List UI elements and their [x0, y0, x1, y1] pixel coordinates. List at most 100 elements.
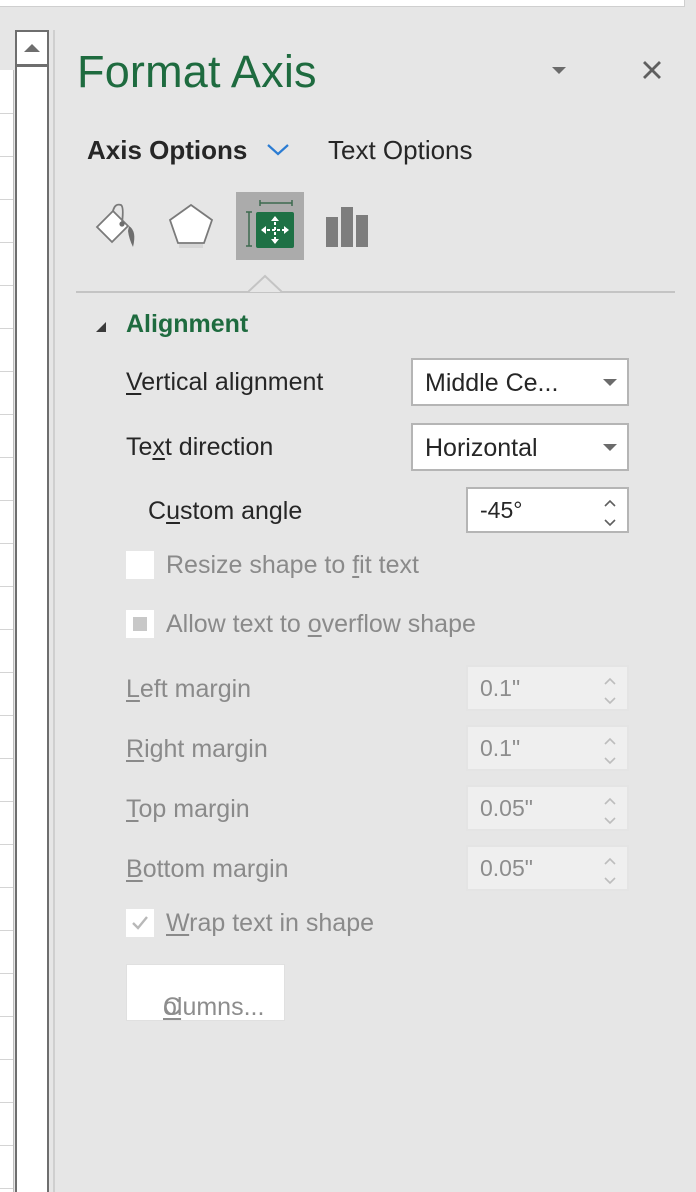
allow-overflow-checkbox[interactable] — [126, 610, 154, 638]
selected-tab-indicator — [248, 274, 282, 293]
label-text: ight margin — [144, 735, 268, 763]
scroll-up-arrow-icon — [24, 44, 40, 52]
spreadsheet-grid-edge[interactable] — [0, 70, 14, 1192]
vertical-scrollbar[interactable] — [15, 30, 49, 1192]
grid-row-line — [0, 586, 13, 587]
columns-button[interactable]: Columns... — [126, 964, 285, 1021]
pane-options-button[interactable] — [552, 67, 568, 77]
close-icon — [643, 61, 661, 79]
access-key: W — [166, 909, 190, 937]
custom-angle-label: Custom angle — [148, 497, 302, 526]
chevron-down-icon — [604, 697, 616, 705]
grid-row-line — [0, 1059, 13, 1060]
paint-bucket-icon — [95, 203, 135, 247]
spinner-value: 0.1" — [480, 675, 521, 701]
spin-up-button[interactable] — [603, 793, 617, 805]
chevron-down-icon — [604, 757, 616, 765]
tab-axis-options[interactable]: Axis Options — [87, 135, 247, 166]
text-direction-label: Text direction — [126, 433, 273, 462]
dropdown-value: Horizontal — [425, 434, 538, 462]
top-margin-spinner[interactable]: 0.05" — [466, 785, 629, 831]
label-text: Resize shape to — [166, 551, 353, 579]
chevron-up-icon — [604, 737, 616, 745]
grid-row-line — [0, 973, 13, 974]
label-text: Allow text to — [166, 610, 308, 638]
vertical-alignment-label: Vertical alignment — [126, 368, 323, 397]
tab-text-options[interactable]: Text Options — [328, 135, 473, 166]
label-text: stom angle — [179, 497, 303, 525]
scroll-up-button[interactable] — [17, 32, 47, 67]
label-text: it text — [359, 551, 419, 579]
spin-up-button[interactable] — [603, 853, 617, 865]
spin-up-button[interactable] — [603, 733, 617, 745]
label-text: C — [148, 497, 167, 525]
size-properties-tab[interactable] — [236, 192, 304, 260]
grid-row-line — [0, 543, 13, 544]
spin-down-button[interactable] — [603, 693, 617, 705]
dropdown-arrow-icon — [603, 379, 617, 386]
access-key: R — [126, 735, 145, 763]
wrap-text-checkbox[interactable] — [126, 909, 154, 937]
custom-angle-spinner[interactable]: -45° — [466, 487, 629, 533]
axis-options-tab[interactable] — [313, 192, 381, 260]
access-key: B — [126, 855, 143, 883]
grid-row-line — [0, 758, 13, 759]
chevron-up-icon — [604, 677, 616, 685]
axis-options-dropdown[interactable] — [265, 140, 291, 160]
right-margin-spinner[interactable]: 0.1" — [466, 725, 629, 771]
label-text: verflow shape — [321, 610, 476, 638]
dropdown-arrow-icon — [603, 444, 617, 451]
chevron-down-icon — [604, 519, 616, 527]
access-key: u — [166, 497, 180, 525]
label-text: Te — [126, 433, 153, 461]
label-text: ottom margin — [142, 855, 289, 883]
text-direction-dropdown[interactable]: Horizontal — [411, 423, 629, 471]
spin-down-button[interactable] — [603, 873, 617, 885]
label-text: ertical alignment — [141, 368, 324, 396]
resize-shape-checkbox[interactable] — [126, 551, 154, 579]
left-margin-label: Left margin — [126, 675, 251, 704]
access-key: V — [126, 368, 142, 396]
label-text: rap text in shape — [189, 909, 374, 937]
grid-row-line — [0, 242, 13, 243]
section-collapse-toggle[interactable] — [95, 320, 107, 332]
label-text: t direction — [164, 433, 274, 461]
bottom-margin-label: Bottom margin — [126, 855, 289, 884]
grid-row-line — [0, 113, 13, 114]
spinner-value: 0.1" — [480, 735, 521, 761]
pane-splitter[interactable] — [53, 30, 55, 1192]
grid-row-line — [0, 371, 13, 372]
bottom-margin-spinner[interactable]: 0.05" — [466, 845, 629, 891]
grid-row-line — [0, 457, 13, 458]
section-title-alignment[interactable]: Alignment — [126, 310, 248, 339]
fill-line-tab[interactable] — [82, 192, 150, 260]
access-key: o — [307, 610, 322, 638]
spin-down-button[interactable] — [603, 753, 617, 765]
grid-row-line — [0, 672, 13, 673]
resize-shape-label: Resize shape to fit text — [166, 551, 419, 580]
access-key: x — [152, 433, 165, 461]
spin-up-button[interactable] — [603, 673, 617, 685]
spin-down-button[interactable] — [603, 515, 617, 527]
spin-down-button[interactable] — [603, 813, 617, 825]
grid-row-line — [0, 414, 13, 415]
grid-row-line — [0, 328, 13, 329]
grid-row-line — [0, 844, 13, 845]
chevron-up-icon — [604, 857, 616, 865]
triangle-down-icon — [552, 67, 566, 74]
effects-tab[interactable] — [157, 192, 225, 260]
spinner-value: 0.05" — [480, 855, 533, 881]
grid-row-line — [0, 156, 13, 157]
pentagon-icon — [168, 203, 214, 248]
pane-title: Format Axis — [77, 46, 317, 97]
spin-up-button[interactable] — [603, 495, 617, 507]
grid-row-line — [0, 1016, 13, 1017]
close-button[interactable] — [640, 58, 664, 82]
left-margin-spinner[interactable]: 0.1" — [466, 665, 629, 711]
grid-row-line — [0, 629, 13, 630]
chevron-up-icon — [604, 797, 616, 805]
expanded-triangle-icon — [96, 322, 106, 332]
wrap-text-label: Wrap text in shape — [166, 909, 374, 938]
label-text: eft margin — [139, 675, 252, 703]
vertical-alignment-dropdown[interactable]: Middle Ce... — [411, 358, 629, 406]
